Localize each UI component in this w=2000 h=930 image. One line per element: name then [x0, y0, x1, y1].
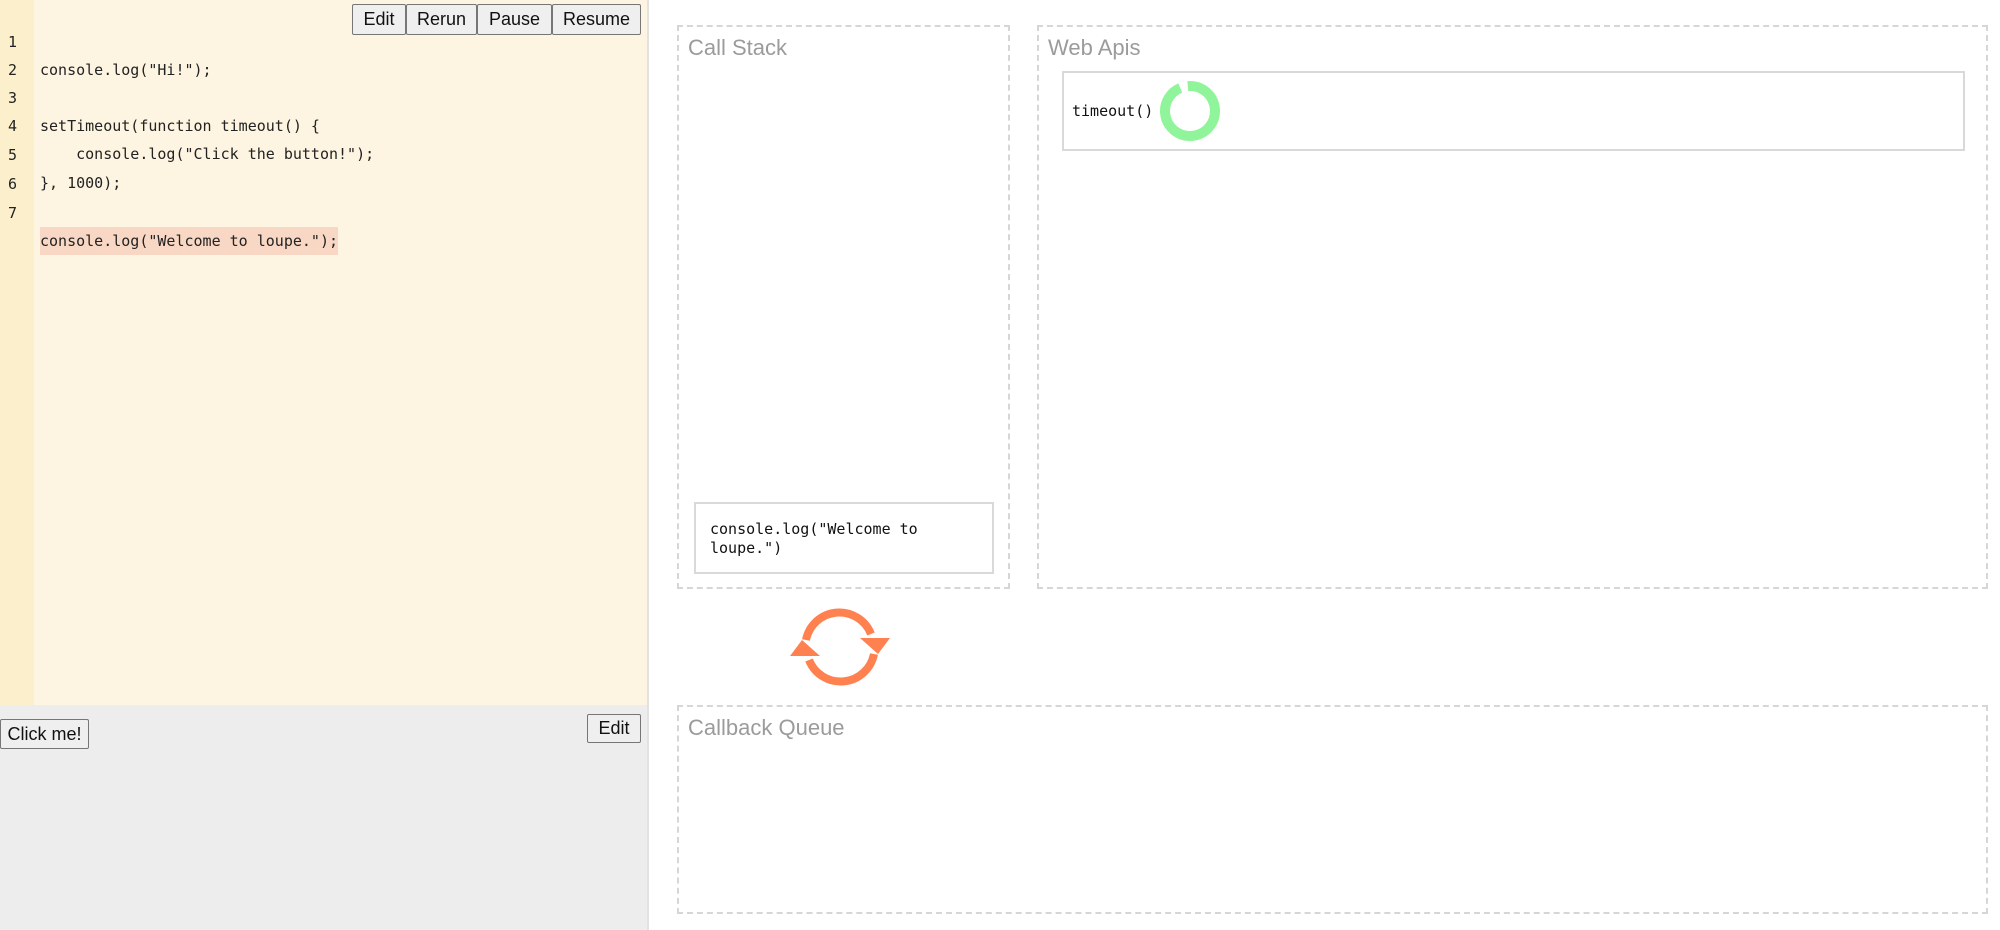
line-code: console.log("Hi!"); [40, 61, 212, 79]
call-stack-panel: Call Stack console.log("Welcome to loupe… [677, 25, 1010, 589]
event-loop-refresh-icon [790, 608, 890, 686]
code-line: 5 }, 1000); [0, 113, 121, 192]
web-api-label: timeout() [1072, 102, 1154, 120]
preview-edit-button[interactable]: Edit [587, 714, 641, 743]
code-line: 3 setTimeout(function timeout() { [0, 56, 320, 135]
pause-button[interactable]: Pause [477, 4, 552, 35]
callback-queue-panel: Callback Queue [677, 705, 1988, 914]
code-line: 1 console.log("Hi!"); [0, 0, 212, 79]
web-api-item: timeout() [1062, 71, 1965, 151]
call-stack-frame: console.log("Welcome to loupe.") [694, 502, 994, 574]
resume-button[interactable]: Resume [552, 4, 641, 35]
line-number: 7 [8, 204, 18, 222]
code-editor[interactable]: 1 console.log("Hi!"); 2 3 setTimeout(fun… [0, 0, 647, 705]
preview-pane: Click me! Edit [0, 705, 647, 930]
line-code: }, 1000); [40, 174, 122, 192]
line-code: setTimeout(function timeout() { [40, 117, 320, 135]
rerun-button[interactable]: Rerun [406, 4, 477, 35]
code-line-highlighted: 7 console.log("Welcome to loupe."); [0, 171, 339, 255]
timer-progress-icon [1160, 80, 1220, 141]
line-code: console.log("Welcome to loupe."); [40, 227, 339, 255]
callback-queue-title: Callback Queue [688, 715, 845, 740]
edit-button[interactable]: Edit [352, 4, 406, 35]
web-apis-title: Web Apis [1048, 35, 1141, 60]
click-me-button[interactable]: Click me! [0, 719, 89, 749]
line-code: console.log("Click the button!"); [40, 145, 375, 163]
pane-divider[interactable] [647, 0, 649, 930]
web-apis-panel: Web Apis timeout() [1037, 25, 1988, 589]
code-line: 6 [0, 142, 36, 193]
code-line: 2 [0, 28, 36, 79]
call-stack-title: Call Stack [688, 35, 788, 60]
code-line: 4 console.log("Click the button!"); [0, 84, 374, 163]
